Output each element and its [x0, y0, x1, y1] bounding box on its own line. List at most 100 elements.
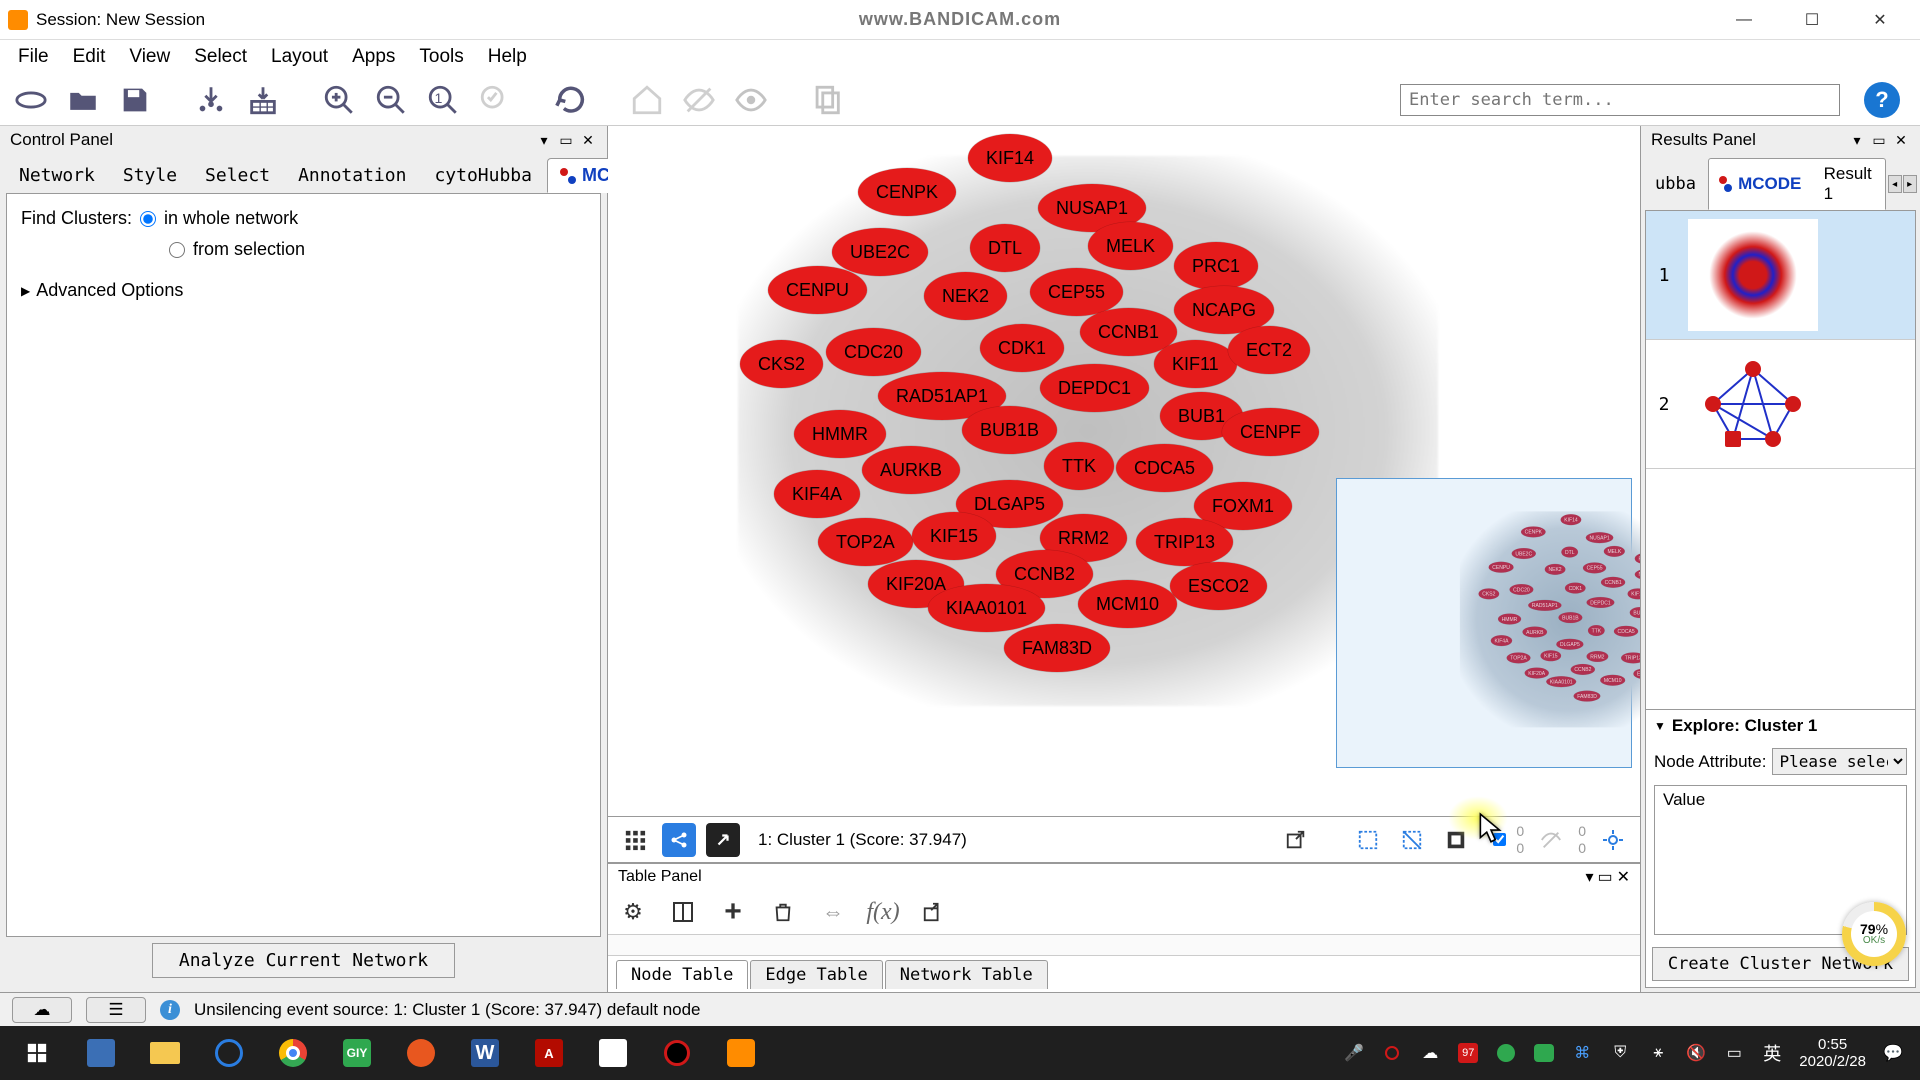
network-node[interactable]: CENPK [1521, 527, 1546, 538]
menu-edit[interactable]: Edit [63, 42, 116, 72]
tray-record-icon[interactable] [1381, 1042, 1403, 1064]
network-node[interactable]: KIF14 [968, 134, 1052, 182]
job-list-icon[interactable]: ☰ [86, 997, 146, 1023]
taskbar-word[interactable]: W [454, 1029, 516, 1077]
tab-edge-table[interactable]: Edge Table [750, 960, 882, 989]
network-node[interactable]: DEPDC1 [1587, 597, 1615, 608]
import-table-icon[interactable] [242, 79, 284, 121]
table-link-icon[interactable]: ⇔ [818, 897, 848, 927]
memory-gauge[interactable]: 79%OK/s [1842, 902, 1906, 966]
tray-battery-icon[interactable]: ▭ [1723, 1042, 1745, 1064]
table-panel-close-icon[interactable]: ✕ [1617, 867, 1630, 887]
menu-tools[interactable]: Tools [409, 42, 473, 72]
network-node[interactable]: CENPU [768, 266, 867, 314]
tray-notifications-icon[interactable]: 💬 [1882, 1042, 1904, 1064]
table-function-icon[interactable]: f(x) [868, 897, 898, 927]
import-network-icon[interactable] [190, 79, 232, 121]
fit-content-icon[interactable] [1596, 823, 1630, 857]
network-node[interactable]: CDC20 [826, 328, 921, 376]
export-icon[interactable] [1279, 823, 1313, 857]
tab-network-table[interactable]: Network Table [885, 960, 1048, 989]
taskbar-edge[interactable] [198, 1029, 260, 1077]
menu-select[interactable]: Select [184, 42, 257, 72]
tab-select[interactable]: Select [192, 158, 283, 193]
results-panel-dropdown-icon[interactable]: ▾ [1848, 132, 1866, 149]
network-node[interactable]: KIF20A [1525, 668, 1549, 679]
network-node[interactable]: MELK [1604, 546, 1625, 557]
network-node[interactable]: ESCO2 [1170, 562, 1267, 610]
network-node[interactable]: RRM2 [1587, 651, 1608, 662]
menu-layout[interactable]: Layout [261, 42, 338, 72]
taskbar-app-green[interactable]: GIY [326, 1029, 388, 1077]
table-panel-float-icon[interactable]: ▭ [1597, 867, 1612, 887]
network-node[interactable]: FAM83D [1574, 691, 1601, 702]
minimize-button[interactable]: — [1724, 5, 1764, 35]
network-node[interactable]: CENPU [1489, 562, 1514, 573]
tray-microphone-icon[interactable]: 🎤 [1343, 1042, 1365, 1064]
network-node[interactable]: TRIP13 [1136, 518, 1233, 566]
network-node[interactable]: TOP2A [1507, 653, 1531, 664]
start-button[interactable] [6, 1029, 68, 1077]
network-view[interactable]: KIF14CENPKNUSAP1UBE2CDTLMELKPRC1CENPUNEK… [608, 126, 1640, 816]
network-node[interactable]: KIF15 [1541, 650, 1562, 661]
taskbar-app-orange[interactable] [390, 1029, 452, 1077]
tray-wifi-icon[interactable]: ⚹ [1647, 1042, 1669, 1064]
close-button[interactable]: ✕ [1860, 5, 1900, 35]
network-node[interactable]: NEK2 [1545, 564, 1565, 575]
annotation-toggle-checkbox[interactable] [1493, 833, 1506, 846]
tab-cytohubba[interactable]: cytoHubba [421, 158, 545, 193]
hide-icon[interactable] [678, 79, 720, 121]
analyze-network-button[interactable]: Analyze Current Network [152, 943, 455, 978]
detach-view-icon[interactable] [706, 823, 740, 857]
network-node[interactable]: CDK1 [1565, 583, 1586, 594]
network-minimap[interactable]: KIF14CENPKNUSAP1UBE2CDTLMELKPRC1CENPUNEK… [1336, 478, 1632, 768]
network-node[interactable]: KIAA0101 [928, 584, 1045, 632]
panel-close-icon[interactable]: ✕ [579, 132, 597, 149]
tray-bluetooth-icon[interactable]: ⌘ [1571, 1042, 1593, 1064]
tab-cytohubba-results[interactable]: ubba [1645, 169, 1706, 199]
cloud-status-icon[interactable]: ☁ [12, 997, 72, 1023]
tray-wechat-icon[interactable] [1533, 1042, 1555, 1064]
network-node[interactable]: TTK [1588, 625, 1605, 636]
maximize-button[interactable]: ☐ [1792, 5, 1832, 35]
new-session-icon[interactable] [10, 79, 52, 121]
tray-ime-icon[interactable]: 英 [1761, 1042, 1783, 1064]
cluster-row-2[interactable]: 2 [1646, 340, 1915, 469]
zoom-in-icon[interactable] [318, 79, 360, 121]
network-node[interactable]: CCNB2 [1571, 664, 1595, 675]
help-icon[interactable]: ? [1864, 82, 1900, 118]
results-panel-float-icon[interactable]: ▭ [1870, 132, 1888, 149]
network-node[interactable]: HMMR [794, 410, 886, 458]
network-node[interactable]: HMMR [1498, 614, 1521, 625]
panel-float-icon[interactable]: ▭ [557, 132, 575, 149]
network-node[interactable]: KIF14 [1561, 514, 1582, 525]
tab-style[interactable]: Style [110, 158, 190, 193]
table-settings-icon[interactable]: ⚙ [618, 897, 648, 927]
panel-dropdown-icon[interactable]: ▾ [535, 132, 553, 149]
menu-file[interactable]: File [8, 42, 59, 72]
network-node[interactable]: KIF15 [912, 512, 996, 560]
network-node[interactable]: CEP55 [1583, 563, 1606, 574]
tray-app-green-icon[interactable] [1495, 1042, 1517, 1064]
select-mode-2-icon[interactable] [1395, 823, 1429, 857]
tab-network[interactable]: Network [6, 158, 108, 193]
tray-onedrive-icon[interactable]: ☁ [1419, 1042, 1441, 1064]
network-node[interactable]: CEP55 [1030, 268, 1123, 316]
show-icon[interactable] [730, 79, 772, 121]
network-node[interactable]: NUSAP1 [1586, 532, 1613, 543]
taskbar-acrobat[interactable]: A [518, 1029, 580, 1077]
network-node[interactable]: UBE2C [1512, 548, 1536, 559]
radio-from-selection[interactable] [169, 242, 185, 258]
network-node[interactable]: PRC1 [1174, 242, 1258, 290]
network-node[interactable]: MCM10 [1600, 675, 1625, 686]
network-node[interactable]: FAM83D [1004, 624, 1110, 672]
network-node[interactable]: CKS2 [1479, 588, 1499, 599]
network-node[interactable]: MCM10 [1078, 580, 1177, 628]
network-node[interactable]: DEPDC1 [1040, 364, 1149, 412]
results-panel-close-icon[interactable]: ✕ [1892, 132, 1910, 149]
table-export-icon[interactable] [918, 897, 948, 927]
network-node[interactable]: CDCA5 [1116, 444, 1213, 492]
zoom-fit-icon[interactable]: 1 [422, 79, 464, 121]
tab-scroll-left-icon[interactable]: ◂ [1888, 175, 1902, 193]
menu-view[interactable]: View [119, 42, 180, 72]
